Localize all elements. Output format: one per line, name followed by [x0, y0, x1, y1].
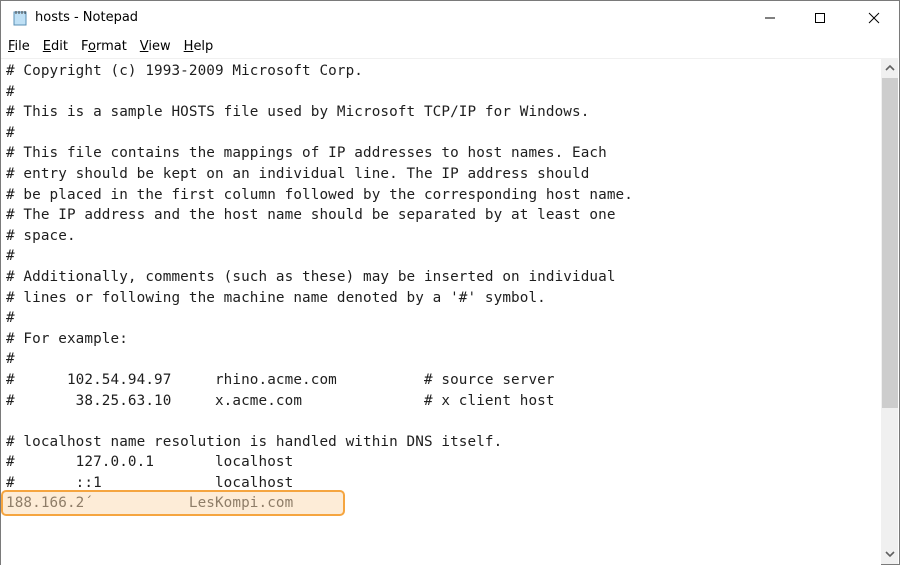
menu-help[interactable]: Help: [177, 37, 220, 57]
menu-accelerator: H: [183, 39, 194, 54]
notepad-window: hosts - Notepad File Edit Format View He…: [0, 0, 900, 565]
close-button[interactable]: [851, 1, 897, 35]
scrollbar-thumb[interactable]: [882, 78, 898, 408]
text-line: # This file contains the mappings of IP …: [6, 145, 607, 162]
menu-format[interactable]: Format: [74, 37, 133, 57]
menu-accelerator: E: [42, 39, 51, 54]
minimize-button[interactable]: [747, 1, 793, 35]
text-line: # entry should be kept on an individual …: [6, 165, 590, 182]
scroll-up-button[interactable]: [881, 58, 898, 78]
text-line: # space.: [6, 227, 76, 244]
text-line: # lines or following the machine name de…: [6, 289, 546, 306]
menu-label: F: [80, 39, 88, 54]
maximize-button[interactable]: [797, 1, 843, 35]
highlighted-host-entry: [1, 490, 345, 516]
menu-accelerator: o: [87, 39, 96, 54]
text-line: #: [6, 248, 15, 265]
title-bar[interactable]: hosts - Notepad: [1, 1, 899, 35]
text-line: [6, 411, 633, 432]
menu-file[interactable]: File: [1, 37, 36, 57]
editor-text[interactable]: # Copyright (c) 1993-2009 Microsoft Corp…: [6, 61, 633, 514]
text-line: # localhost name resolution is handled w…: [6, 433, 503, 450]
close-icon: [868, 12, 880, 24]
text-line: # 38.25.63.10 x.acme.com # x client host: [6, 392, 555, 409]
text-line: # Copyright (c) 1993-2009 Microsoft Corp…: [6, 63, 364, 79]
text-line: #: [6, 83, 15, 100]
text-line: # For example:: [6, 330, 128, 347]
text-line: # The IP address and the host name shoul…: [6, 207, 616, 224]
window-title: hosts - Notepad: [35, 10, 139, 25]
menu-label: rmat: [95, 39, 127, 54]
text-line: #: [6, 310, 15, 327]
menu-edit[interactable]: Edit: [36, 37, 74, 57]
chevron-down-icon: [884, 551, 895, 558]
chevron-up-icon: [884, 64, 895, 71]
menu-label: dit: [51, 39, 68, 54]
text-line: #: [6, 351, 15, 368]
notepad-app-icon: [13, 11, 27, 26]
menu-view[interactable]: View: [133, 37, 177, 57]
text-line: # be placed in the first column followed…: [6, 186, 633, 203]
menu-label: iew: [148, 39, 171, 54]
menu-bar: File Edit Format View Help: [1, 37, 899, 57]
menu-label: elp: [193, 39, 214, 54]
text-line: # 102.54.94.97 rhino.acme.com # source s…: [6, 371, 555, 388]
text-line: # This is a sample HOSTS file used by Mi…: [6, 104, 590, 121]
maximize-icon: [815, 13, 825, 23]
menu-label: ile: [14, 39, 30, 54]
minimize-icon: [765, 17, 775, 19]
text-line: # 127.0.0.1 localhost: [6, 454, 294, 471]
text-line: #: [6, 124, 15, 141]
text-editor[interactable]: # Copyright (c) 1993-2009 Microsoft Corp…: [1, 58, 881, 565]
text-line: # Additionally, comments (such as these)…: [6, 268, 616, 285]
vertical-scrollbar[interactable]: [881, 58, 898, 564]
scroll-down-button[interactable]: [881, 544, 898, 564]
